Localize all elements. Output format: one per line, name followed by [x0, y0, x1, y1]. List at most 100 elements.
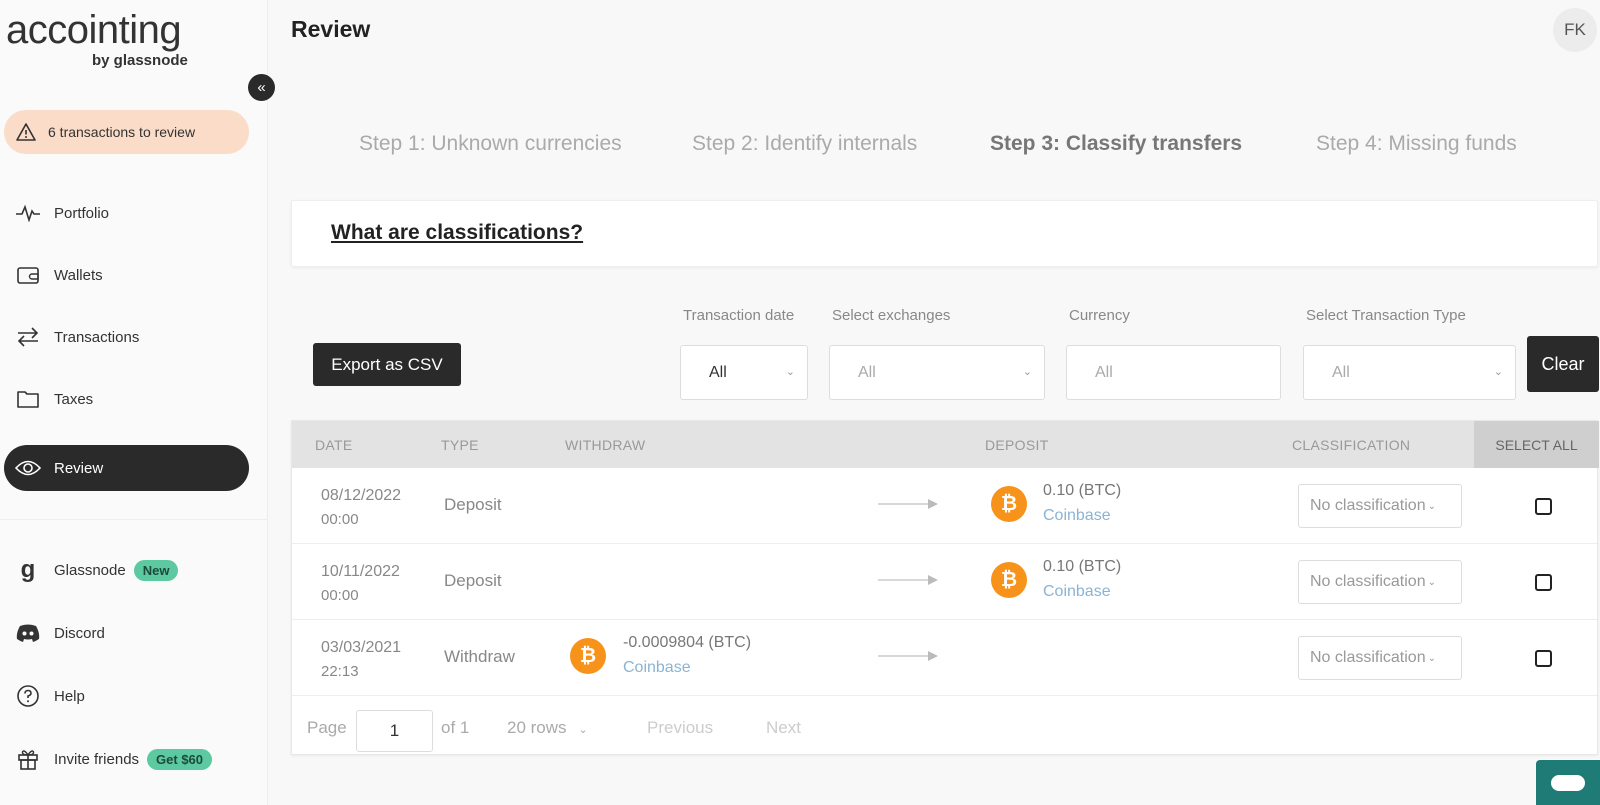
- pulse-icon: [14, 204, 42, 222]
- sidebar-item-glassnode[interactable]: g Glassnode New: [4, 547, 249, 593]
- warning-icon: [16, 123, 38, 141]
- chevron-down-icon: ⌄: [1427, 652, 1436, 664]
- chevron-down-icon: ⌄: [578, 724, 588, 736]
- deposit-amount: 0.10 (BTC): [1043, 482, 1122, 499]
- page-number-input[interactable]: 1: [356, 710, 433, 752]
- double-chevron-left-icon: «: [257, 79, 266, 96]
- deposit-source[interactable]: Coinbase: [1043, 579, 1121, 604]
- classifications-help-link[interactable]: What are classifications?: [331, 221, 583, 245]
- date-filter-select[interactable]: All ⌄: [680, 345, 808, 400]
- sidebar-item-label: Review: [54, 459, 104, 477]
- exchanges-filter-select[interactable]: All ⌄: [829, 345, 1045, 400]
- sidebar-item-label: Transactions: [54, 328, 140, 346]
- type-filter-select[interactable]: All ⌄: [1303, 345, 1516, 400]
- deposit-amount: 0.10 (BTC): [1043, 558, 1122, 575]
- page-total: of 1: [441, 718, 470, 737]
- column-header-classification: CLASSIFICATION: [1292, 437, 1411, 453]
- eye-icon: [14, 459, 42, 477]
- row-date: 10/11/2022 00:00: [321, 560, 400, 608]
- deposit-source[interactable]: Coinbase: [1043, 503, 1121, 528]
- export-csv-button[interactable]: Export as CSV: [313, 343, 461, 386]
- table-row: 08/12/2022 00:00 Deposit ₿ 0.10 (BTC) Co…: [292, 468, 1597, 544]
- sidebar-item-discord[interactable]: Discord: [4, 610, 249, 656]
- classification-select[interactable]: No classification ⌄: [1298, 560, 1462, 604]
- row-checkbox[interactable]: [1535, 650, 1552, 667]
- select-value: All: [858, 363, 876, 381]
- logo-subtitle: by glassnode: [92, 52, 188, 69]
- currency-filter-input[interactable]: All: [1066, 345, 1281, 400]
- chat-widget-button[interactable]: [1536, 760, 1600, 805]
- chat-icon: [1551, 774, 1585, 791]
- table-row: 10/11/2022 00:00 Deposit ₿ 0.10 (BTC) Co…: [292, 544, 1597, 620]
- filter-label-type: Select Transaction Type: [1306, 307, 1466, 324]
- sidebar-item-portfolio[interactable]: Portfolio: [4, 190, 249, 236]
- glassnode-icon: g: [20, 556, 36, 583]
- sidebar-item-transactions[interactable]: Transactions: [4, 314, 249, 360]
- logo[interactable]: accointing by glassnode: [6, 10, 188, 69]
- sidebar: accointing by glassnode 6 transactions t…: [0, 0, 268, 805]
- row-date-value: 10/11/2022: [321, 563, 400, 580]
- row-type: Withdraw: [444, 647, 515, 666]
- clear-filters-button[interactable]: Clear: [1527, 336, 1599, 392]
- collapse-sidebar-button[interactable]: «: [248, 74, 275, 101]
- sidebar-item-label: Discord: [54, 624, 105, 642]
- sidebar-item-taxes[interactable]: Taxes: [4, 376, 249, 422]
- withdraw-cell: -0.0009804 (BTC) Coinbase: [623, 630, 751, 680]
- transactions-table: DATE TYPE WITHDRAW DEPOSIT CLASSIFICATIO…: [291, 420, 1599, 756]
- chevron-down-icon: ⌄: [1022, 366, 1032, 378]
- review-alert[interactable]: 6 transactions to review: [4, 110, 249, 154]
- row-type: Deposit: [444, 571, 502, 590]
- select-all-button[interactable]: SELECT ALL: [1474, 421, 1599, 468]
- previous-page-button[interactable]: Previous: [647, 718, 713, 738]
- deposit-cell: 0.10 (BTC) Coinbase: [1043, 478, 1121, 528]
- table-header: DATE TYPE WITHDRAW DEPOSIT CLASSIFICATIO…: [292, 421, 1599, 468]
- classification-select[interactable]: No classification ⌄: [1298, 636, 1462, 680]
- sidebar-item-label: Wallets: [54, 266, 103, 284]
- withdraw-source[interactable]: Coinbase: [623, 655, 751, 680]
- chevron-down-icon: ⌄: [1427, 576, 1436, 588]
- row-checkbox[interactable]: [1535, 574, 1552, 591]
- gift-icon: [14, 747, 42, 771]
- column-header-date: DATE: [315, 437, 353, 453]
- step-4[interactable]: Step 4: Missing funds: [1316, 132, 1517, 156]
- sidebar-divider: [0, 519, 268, 520]
- sidebar-item-invite[interactable]: Invite friends Get $60: [4, 736, 249, 782]
- column-header-type: TYPE: [441, 437, 479, 453]
- classification-select[interactable]: No classification ⌄: [1298, 484, 1462, 528]
- withdraw-amount: -0.0009804 (BTC): [623, 634, 752, 651]
- row-time-value: 00:00: [321, 511, 359, 528]
- filter-label-date: Transaction date: [683, 307, 795, 324]
- sidebar-item-wallets[interactable]: Wallets: [4, 252, 249, 298]
- row-date-value: 03/03/2021: [321, 639, 402, 656]
- step-3[interactable]: Step 3: Classify transfers: [990, 132, 1242, 156]
- select-value: No classification: [1310, 649, 1426, 666]
- bitcoin-icon: ₿: [570, 638, 606, 674]
- row-date: 03/03/2021 22:13: [321, 636, 401, 684]
- row-checkbox[interactable]: [1535, 498, 1552, 515]
- sidebar-item-review[interactable]: Review: [4, 445, 249, 491]
- sidebar-item-help[interactable]: Help: [4, 673, 249, 719]
- pagination: Page 1 of 1 20 rows ⌄ Previous Next: [292, 705, 1597, 756]
- new-badge: New: [133, 559, 179, 581]
- folder-icon: [14, 389, 42, 409]
- discord-icon: [14, 623, 42, 643]
- step-1[interactable]: Step 1: Unknown currencies: [359, 132, 622, 156]
- sidebar-item-label: Portfolio: [54, 204, 110, 222]
- select-value: 20 rows: [507, 718, 567, 737]
- avatar[interactable]: FK: [1553, 8, 1597, 52]
- bitcoin-icon: ₿: [991, 486, 1027, 522]
- rows-per-page-select[interactable]: 20 rows ⌄: [507, 718, 588, 738]
- step-2[interactable]: Step 2: Identify internals: [692, 132, 917, 156]
- sidebar-item-label: Taxes: [54, 390, 94, 408]
- row-time-value: 00:00: [321, 587, 359, 604]
- sidebar-item-label: Help: [54, 687, 85, 705]
- page-title: Review: [291, 16, 371, 42]
- arrow-right-icon: [878, 651, 938, 661]
- input-placeholder: All: [1095, 363, 1113, 381]
- arrow-right-icon: [878, 575, 938, 585]
- transfer-icon: [14, 327, 42, 347]
- help-icon: [14, 684, 42, 708]
- review-alert-text: 6 transactions to review: [48, 124, 196, 140]
- row-date-value: 08/12/2022: [321, 487, 402, 504]
- next-page-button[interactable]: Next: [766, 718, 801, 738]
